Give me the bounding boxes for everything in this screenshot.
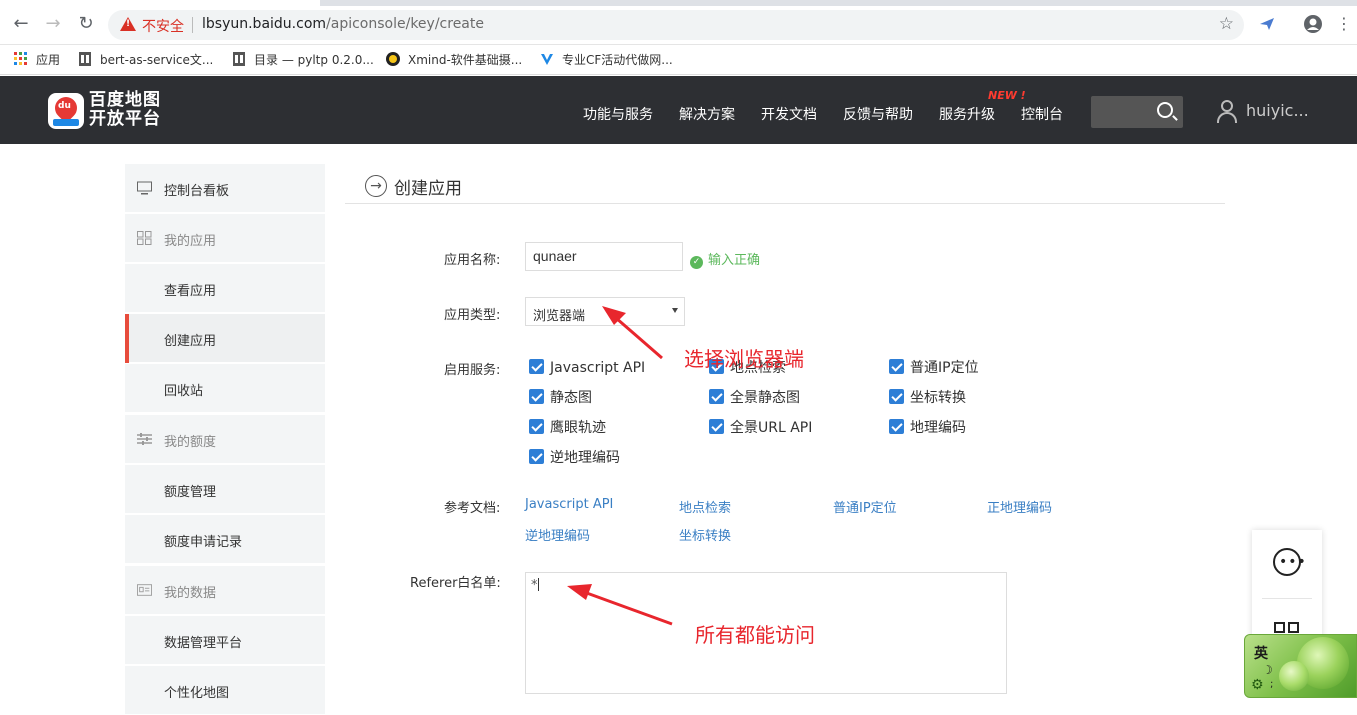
annotation-all-access: 所有都能访问 xyxy=(695,623,815,647)
gear-icon[interactable]: ⚙ xyxy=(1251,677,1264,693)
annotation-select-browser: 选择浏览器端 xyxy=(684,347,804,371)
panel-divider xyxy=(1262,598,1312,599)
arrow-to-referer xyxy=(567,584,673,626)
arrow-to-select xyxy=(602,306,663,360)
ime-language-toggle[interactable]: 英 xyxy=(1254,643,1268,663)
ime-leaf-small xyxy=(1279,661,1309,691)
punctuation-toggle[interactable]: ; xyxy=(1270,679,1273,690)
annotation-arrows xyxy=(567,306,673,626)
moon-icon[interactable]: ☽ xyxy=(1262,663,1273,677)
float-help-panel: ••• xyxy=(1252,530,1322,650)
ime-toolbar[interactable]: 英 ☽ ⚙ ; xyxy=(1244,634,1357,698)
chat-bubble-icon[interactable]: ••• xyxy=(1273,548,1306,576)
